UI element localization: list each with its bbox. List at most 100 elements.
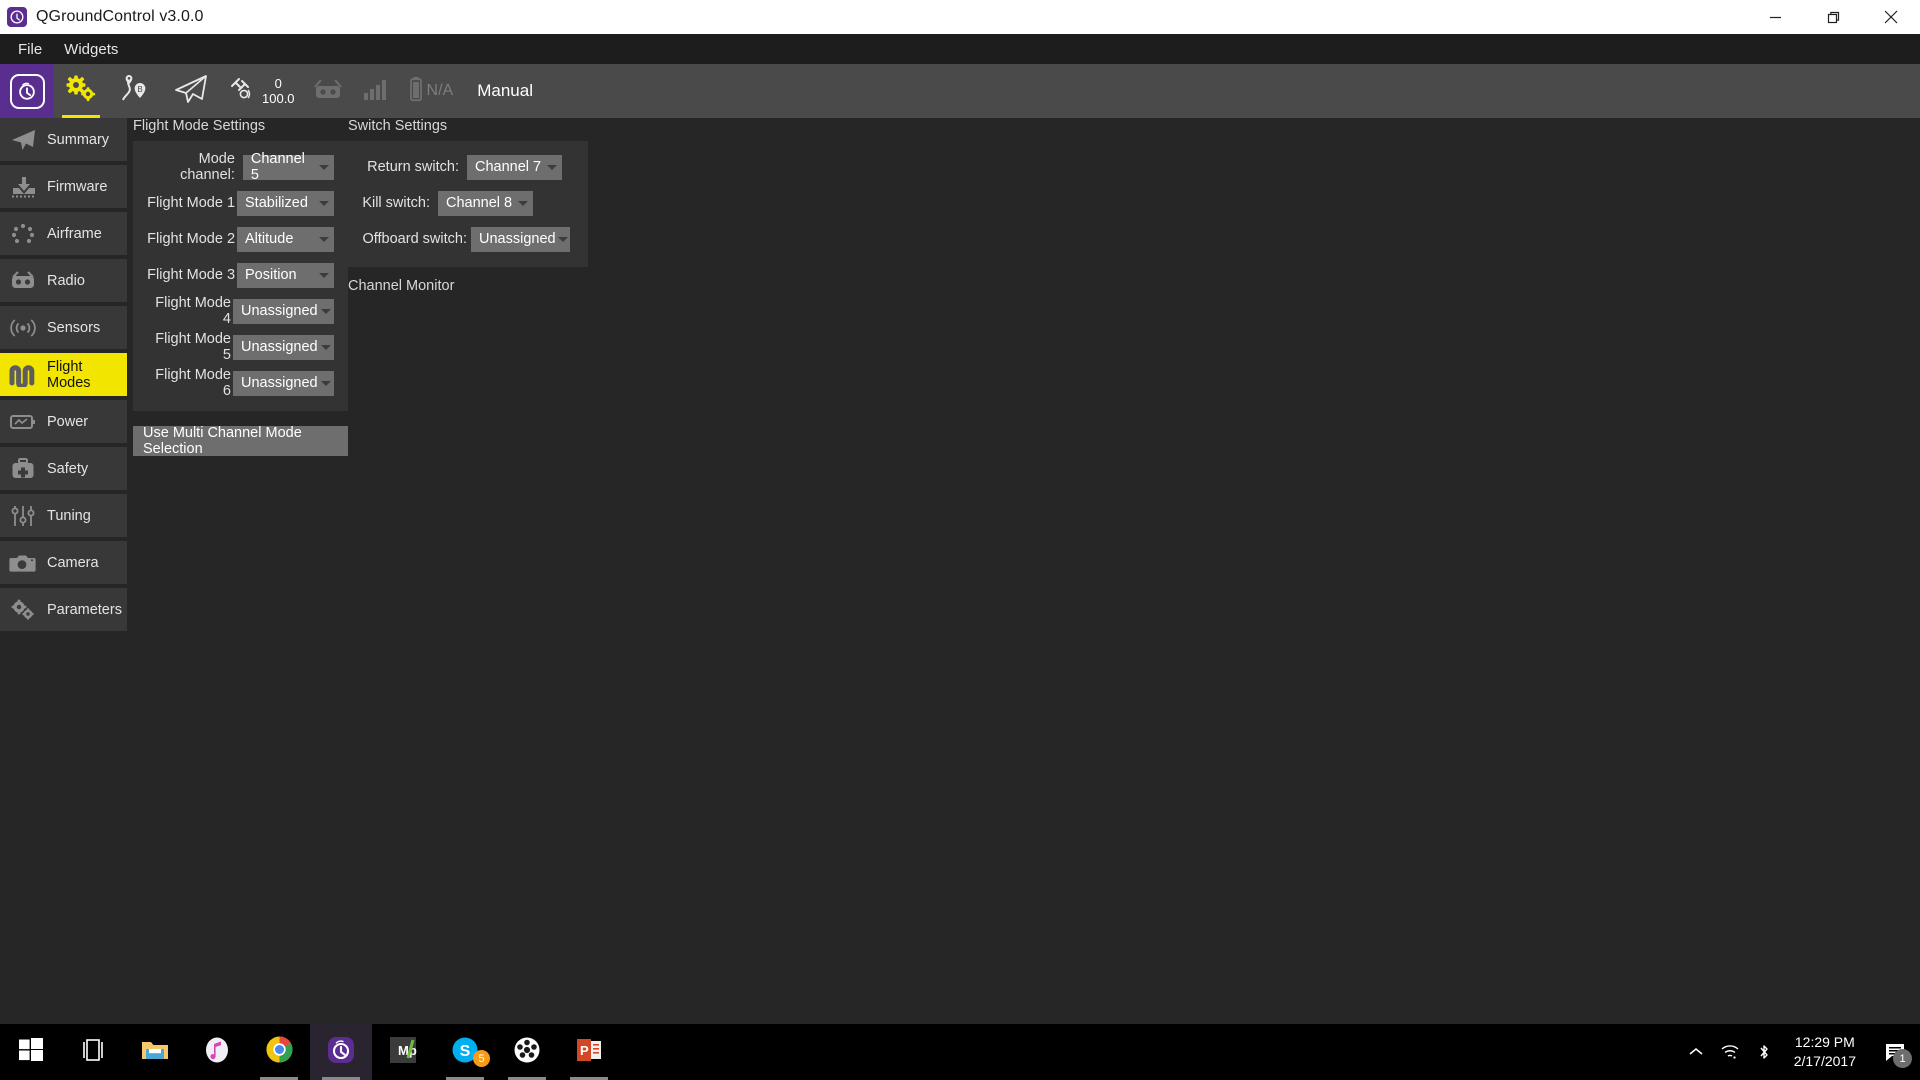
flight-mode-3-dropdown[interactable]: Position <box>237 262 334 288</box>
signal-bars-icon <box>363 78 389 105</box>
switch-settings-title: Switch Settings <box>348 118 448 134</box>
sidebar-item-label: Power <box>47 413 89 430</box>
satellite-readout: 0 100.0 <box>262 76 295 106</box>
sidebar-item-flight-modes[interactable]: Flight Modes <box>0 353 127 396</box>
use-multi-channel-mode-selection-button[interactable]: Use Multi Channel Mode Selection <box>133 425 348 457</box>
powerpoint-icon: P <box>575 1036 603 1069</box>
qgc-logo-icon <box>327 1036 355 1069</box>
sidebar-item-safety[interactable]: Safety <box>0 447 127 490</box>
sidebar-item-label: Airframe <box>47 225 102 242</box>
network-icon[interactable] <box>1720 1044 1740 1060</box>
plan-waypoints-icon: B <box>118 73 152 110</box>
menu-item-widgets[interactable]: Widgets <box>53 38 129 61</box>
sidebar-item-radio[interactable]: Radio <box>0 259 127 302</box>
skype-button[interactable]: S 5 <box>434 1024 496 1080</box>
clock-date: 2/17/2017 <box>1793 1053 1856 1069</box>
toolbar-fly-button[interactable] <box>162 64 220 118</box>
notification-count-badge: 1 <box>1893 1049 1912 1068</box>
return-switch-label: Return switch: <box>367 159 459 175</box>
clock-time: 12:29 PM <box>1794 1034 1855 1050</box>
telemetry-signal-status[interactable] <box>353 64 399 118</box>
radio-transmitter-icon <box>8 267 38 295</box>
flight-mode-1-dropdown[interactable]: Stabilized <box>237 190 334 216</box>
flight-mode-4-value: Unassigned <box>241 303 318 319</box>
sidebar-item-summary[interactable]: Summary <box>0 118 127 161</box>
qgc-logo-icon <box>9 73 45 109</box>
toolbar-plan-button[interactable]: B <box>108 64 162 118</box>
sidebar-item-sensors[interactable]: Sensors <box>0 306 127 349</box>
battery-status[interactable]: N/A <box>399 76 464 107</box>
window-controls <box>1746 0 1920 34</box>
kill-switch-row: Kill switch: Channel 8 <box>362 189 574 217</box>
rc-status[interactable] <box>303 64 353 118</box>
task-view-button[interactable] <box>62 1024 124 1080</box>
menu-bar: File Widgets <box>0 34 1920 64</box>
offboard-switch-value: Unassigned <box>479 231 556 247</box>
satellite-status[interactable]: 0 100.0 <box>220 75 303 108</box>
flight-mode-1-label: Flight Mode 1 <box>147 195 236 211</box>
window-title: QGroundControl v3.0.0 <box>36 8 204 25</box>
sidebar-item-tuning[interactable]: Tuning <box>0 494 127 537</box>
minimize-button[interactable] <box>1746 0 1804 34</box>
chrome-icon <box>266 1036 293 1068</box>
bluetooth-icon[interactable] <box>1756 1043 1772 1061</box>
restore-button[interactable] <box>1804 0 1862 34</box>
gears-icon <box>64 74 98 109</box>
app-button[interactable] <box>496 1024 558 1080</box>
close-button[interactable] <box>1862 0 1920 34</box>
sidebar-item-firmware[interactable]: Firmware <box>0 165 127 208</box>
start-button[interactable] <box>0 1024 62 1080</box>
taskbar-clock[interactable]: 12:29 PM 2/17/2017 <box>1788 1033 1862 1071</box>
flight-mode-1-value: Stabilized <box>245 195 308 211</box>
mode-channel-row: Mode channel: Channel 5 <box>147 151 334 183</box>
file-explorer-button[interactable] <box>124 1024 186 1080</box>
sidebar-item-camera[interactable]: Camera <box>0 541 127 584</box>
airframe-dots-icon <box>8 220 38 248</box>
powerpoint-button[interactable]: P <box>558 1024 620 1080</box>
kill-switch-dropdown[interactable]: Channel 8 <box>438 190 533 216</box>
flight-mode-indicator[interactable]: Manual <box>463 81 547 101</box>
satellite-hdop: 100.0 <box>262 91 295 106</box>
flight-mode-4-dropdown[interactable]: Unassigned <box>233 298 334 324</box>
flight-mode-5-label: Flight Mode 5 <box>155 331 231 363</box>
notification-center-button[interactable]: 1 <box>1878 1024 1912 1080</box>
flight-mode-1-row: Flight Mode 1 Stabilized <box>147 189 334 217</box>
kill-switch-value: Channel 8 <box>446 195 513 211</box>
flight-mode-5-dropdown[interactable]: Unassigned <box>233 334 334 360</box>
sidebar-item-power[interactable]: Power <box>0 400 127 443</box>
itunes-button[interactable] <box>186 1024 248 1080</box>
flight-mode-6-value: Unassigned <box>241 375 318 391</box>
return-switch-dropdown[interactable]: Channel 7 <box>467 154 562 180</box>
battery-icon <box>409 76 423 107</box>
task-view-icon <box>80 1038 106 1066</box>
flight-mode-settings-panel: Mode channel: Channel 5 Flight Mode 1 St… <box>133 141 348 411</box>
mission-planner-button[interactable]: Mp <box>372 1024 434 1080</box>
chevron-down-icon <box>314 272 334 278</box>
flight-mode-4-row: Flight Mode 4 Unassigned <box>147 295 334 327</box>
system-tray: 12:29 PM 2/17/2017 1 <box>1688 1024 1920 1080</box>
flight-mode-2-dropdown[interactable]: Altitude <box>237 226 334 252</box>
toolbar-vehicle-setup-button[interactable] <box>54 64 108 118</box>
itunes-icon <box>204 1037 230 1068</box>
flight-mode-5-row: Flight Mode 5 Unassigned <box>147 331 334 363</box>
sidebar-item-airframe[interactable]: Airframe <box>0 212 127 255</box>
flight-mode-3-label: Flight Mode 3 <box>147 267 236 283</box>
qgroundcontrol-button[interactable] <box>310 1024 372 1080</box>
show-hidden-icons-button[interactable] <box>1688 1046 1704 1058</box>
sidebar-item-label: Flight Modes <box>47 358 91 391</box>
flight-mode-2-row: Flight Mode 2 Altitude <box>147 225 334 253</box>
chevron-down-icon <box>314 164 334 170</box>
sidebar-item-label: Radio <box>47 272 85 289</box>
skype-badge: 5 <box>473 1050 490 1067</box>
qgc-logo-button[interactable] <box>0 64 54 118</box>
battery-value: N/A <box>426 82 454 99</box>
flight-mode-6-dropdown[interactable]: Unassigned <box>233 370 334 396</box>
menu-item-file[interactable]: File <box>7 38 53 61</box>
sidebar-item-label: Summary <box>47 131 110 148</box>
mode-channel-dropdown[interactable]: Channel 5 <box>242 151 334 183</box>
flight-mode-2-label: Flight Mode 2 <box>147 231 236 247</box>
chrome-button[interactable] <box>248 1024 310 1080</box>
sidebar-item-parameters[interactable]: Parameters <box>0 588 127 631</box>
offboard-switch-dropdown[interactable]: Unassigned <box>471 226 570 252</box>
qgc-toolbar: B 0 100.0 N/A Manual <box>0 64 1920 118</box>
